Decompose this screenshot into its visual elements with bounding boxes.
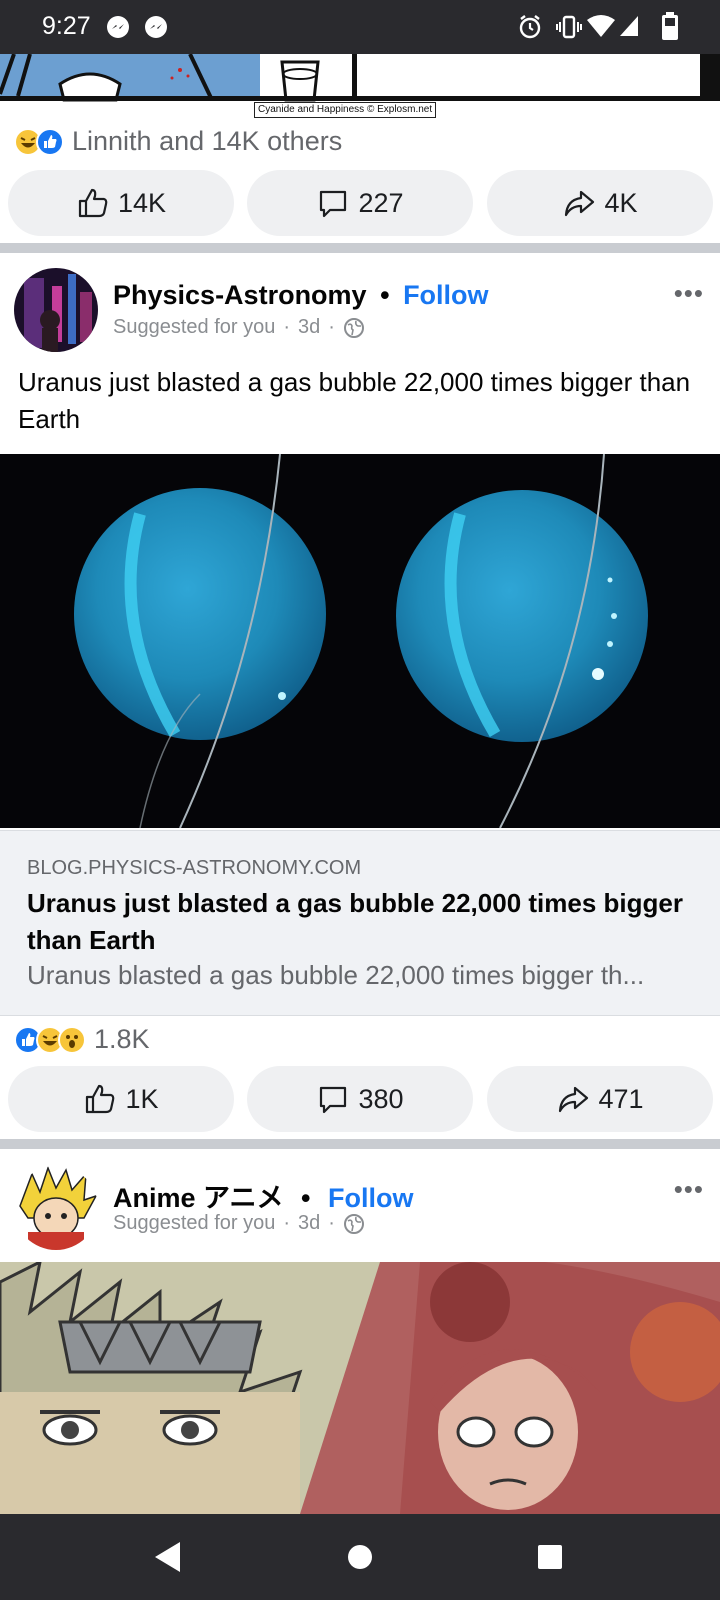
- thumbs-up-icon: [86, 1084, 115, 1114]
- recents-icon[interactable]: [536, 1540, 564, 1574]
- link-preview[interactable]: BLOG.PHYSICS-ASTRONOMY.COM Uranus just b…: [0, 830, 720, 1016]
- share-icon: [565, 190, 595, 217]
- share-icon: [559, 1086, 589, 1113]
- comment-icon: [320, 190, 347, 218]
- post-separator: [0, 1139, 720, 1149]
- reactions-count: 1.8K: [94, 1024, 150, 1054]
- reactions-summary[interactable]: Linnith and 14K others: [14, 126, 342, 157]
- page-name[interactable]: Physics-Astronomy: [113, 280, 367, 310]
- suggested-label: Suggested for you: [113, 316, 276, 338]
- more-options-button[interactable]: •••: [674, 278, 704, 309]
- meta-separator: ·: [283, 1212, 291, 1234]
- post-text: Uranus just blasted a gas bubble 22,000 …: [18, 367, 691, 434]
- page-avatar[interactable]: [14, 1166, 98, 1250]
- suggested-label: Suggested for you: [113, 1212, 276, 1234]
- more-options-button[interactable]: •••: [674, 1174, 704, 1205]
- status-time: 9:27: [42, 12, 91, 40]
- comment-count: 380: [358, 1083, 404, 1114]
- post-meta: Suggested for you · 3d ·: [113, 1212, 365, 1235]
- status-bar: 9:27: [0, 0, 720, 54]
- reactions-text: Linnith and 14K others: [72, 126, 343, 156]
- comment-icon: [320, 1086, 347, 1114]
- battery-icon: [662, 12, 678, 40]
- share-count: 4K: [604, 187, 638, 218]
- messenger-icon: [145, 16, 167, 38]
- post-meta: Suggested for you · 3d ·: [113, 316, 365, 339]
- wow-reaction-icon: [58, 1025, 86, 1054]
- comment-button[interactable]: 380: [247, 1066, 473, 1132]
- image-credit: Cyanide and Happiness © Explosm.net: [254, 102, 437, 118]
- post-image[interactable]: [0, 1262, 720, 1514]
- previous-post-actions: 14K 227 4K: [0, 170, 720, 236]
- post-age[interactable]: 3d: [298, 316, 320, 339]
- post-age[interactable]: 3d: [298, 1212, 320, 1235]
- header-separator: •: [301, 1183, 311, 1213]
- like-button[interactable]: 14K: [8, 170, 234, 236]
- page-name[interactable]: Anime アニメ: [113, 1183, 283, 1213]
- post-image[interactable]: [0, 454, 720, 828]
- link-description: Uranus blasted a gas bubble 22,000 times…: [27, 960, 645, 990]
- like-reaction-icon: [36, 127, 64, 156]
- messenger-icon: [107, 16, 129, 38]
- page-header-line: Physics-Astronomy • Follow: [113, 280, 489, 311]
- uranus-image: [0, 454, 720, 828]
- page-header-line: Anime アニメ • Follow: [113, 1176, 413, 1215]
- system-nav-bar: [0, 1514, 720, 1600]
- globe-icon: [343, 1213, 364, 1234]
- meta-separator: ·: [283, 316, 291, 338]
- anime-image: [0, 1262, 720, 1514]
- comment-count: 227: [358, 187, 404, 218]
- thumbs-up-icon: [78, 188, 108, 218]
- post-separator: [0, 243, 720, 253]
- share-button[interactable]: 471: [487, 1066, 713, 1132]
- like-count: 14K: [117, 187, 167, 218]
- comment-button[interactable]: 227: [247, 170, 473, 236]
- wifi-icon: [587, 15, 615, 37]
- follow-button[interactable]: Follow: [403, 280, 488, 310]
- back-icon[interactable]: [152, 1540, 184, 1574]
- vibrate-icon: [556, 15, 582, 39]
- share-count: 471: [598, 1083, 644, 1114]
- reactions-summary[interactable]: 1.8K: [14, 1024, 150, 1055]
- globe-icon: [343, 317, 364, 338]
- alarm-icon: [519, 15, 541, 39]
- share-button[interactable]: 4K: [487, 170, 713, 236]
- meta-separator: ·: [328, 316, 335, 338]
- header-separator: •: [380, 280, 390, 310]
- meta-separator: ·: [328, 1212, 335, 1234]
- post-actions: 1K 380 471: [0, 1066, 720, 1132]
- signal-icon: [620, 16, 638, 36]
- like-button[interactable]: 1K: [8, 1066, 234, 1132]
- page-avatar[interactable]: [14, 268, 98, 352]
- like-count: 1K: [125, 1083, 159, 1114]
- link-domain: BLOG.PHYSICS-ASTRONOMY.COM: [27, 857, 362, 879]
- home-icon[interactable]: [347, 1540, 373, 1574]
- follow-button[interactable]: Follow: [328, 1183, 413, 1213]
- link-title: Uranus just blasted a gas bubble 22,000 …: [27, 888, 683, 955]
